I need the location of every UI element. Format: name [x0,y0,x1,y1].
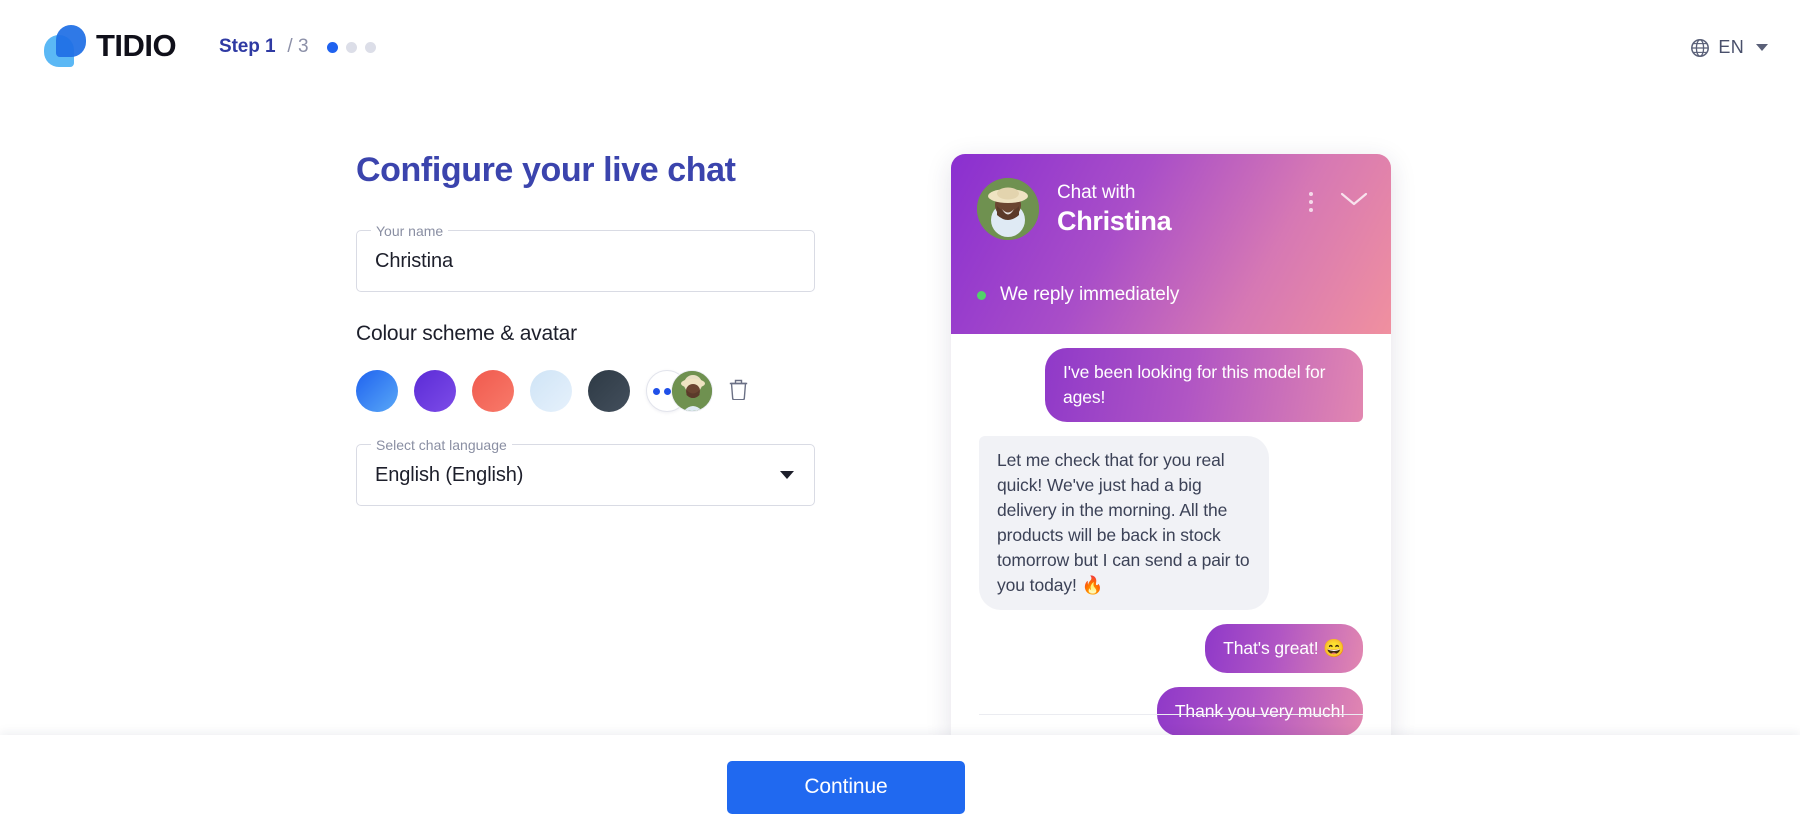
name-field-label: Your name [371,222,449,240]
colour-section-label: Colour scheme & avatar [356,322,577,345]
step-dot-1 [326,41,338,53]
language-selector[interactable]: EN [1690,37,1768,58]
step-indicator: Step 1 / 3 [219,36,376,58]
bottom-action-bar: Continue [0,735,1800,839]
top-bar: TIDIO Step 1 / 3 EN [0,0,1800,92]
message-row: Let me check that for you real quick! We… [979,436,1363,610]
chat-language-select[interactable]: Select chat language English (English) [356,436,815,506]
message-bubble-outgoing: That's great! 😄 [1205,624,1363,673]
globe-icon [1691,38,1710,57]
message-row: I've been looking for this model for age… [979,348,1363,422]
brand-logo[interactable]: TIDIO [44,24,177,68]
onboarding-page: TIDIO Step 1 / 3 EN Configure your live … [0,0,1800,839]
tidio-logo-icon [44,24,86,68]
widget-header-actions [1309,190,1369,213]
chat-widget-header: Chat with Christina We reply immediately [951,154,1391,334]
chevron-down-icon [780,471,794,479]
message-bubble-outgoing: Thank you very much! [1156,687,1363,736]
agent-name-block: Chat with Christina [1057,181,1172,238]
configuration-form: Configure your live chat Your name Chris… [356,148,826,506]
language-value: EN [1718,37,1744,57]
online-status-dot [977,290,986,300]
avatar-group [671,370,748,412]
composer-divider [979,714,1363,715]
delete-avatar-button[interactable] [729,378,748,405]
step-total: / 3 [287,36,309,57]
swatch-blue[interactable] [356,370,398,412]
brand-name: TIDIO [96,28,177,63]
step-label: Step 1 [219,36,276,57]
chat-message-list: I've been looking for this model for age… [951,334,1391,739]
page-title: Configure your live chat [356,151,736,189]
chat-language-value: English (English) [375,463,524,486]
message-row: That's great! 😄 [979,624,1363,673]
agent-name: Christina [1057,205,1172,236]
step-dot-2 [345,41,357,53]
chat-language-label: Select chat language [371,436,512,454]
colour-swatch-row [356,368,826,414]
chevron-down-icon [1756,44,1768,51]
message-row: Thank you very much! [979,687,1363,736]
agent-avatar [977,178,1039,240]
kebab-menu-icon[interactable] [1309,191,1313,212]
continue-button[interactable]: Continue [727,760,965,814]
chat-widget-preview: Chat with Christina We reply immediately [951,154,1391,739]
avatar[interactable] [671,370,713,412]
name-field-value: Christina [375,249,454,272]
reply-status: We reply immediately [977,284,1179,306]
name-field[interactable]: Your name Christina [356,222,815,292]
swatch-purple[interactable] [414,370,456,412]
swatch-red[interactable] [472,370,514,412]
swatch-dark[interactable] [588,370,630,412]
reply-status-text: We reply immediately [1000,284,1180,305]
swatch-light-blue[interactable] [530,370,572,412]
step-dots [326,41,376,53]
step-dot-3 [364,41,376,53]
minimize-chevron-icon[interactable] [1339,190,1369,213]
chat-with-label: Chat with [1057,181,1136,203]
message-bubble-incoming: Let me check that for you real quick! We… [979,436,1269,610]
message-bubble-outgoing: I've been looking for this model for age… [1045,348,1363,422]
